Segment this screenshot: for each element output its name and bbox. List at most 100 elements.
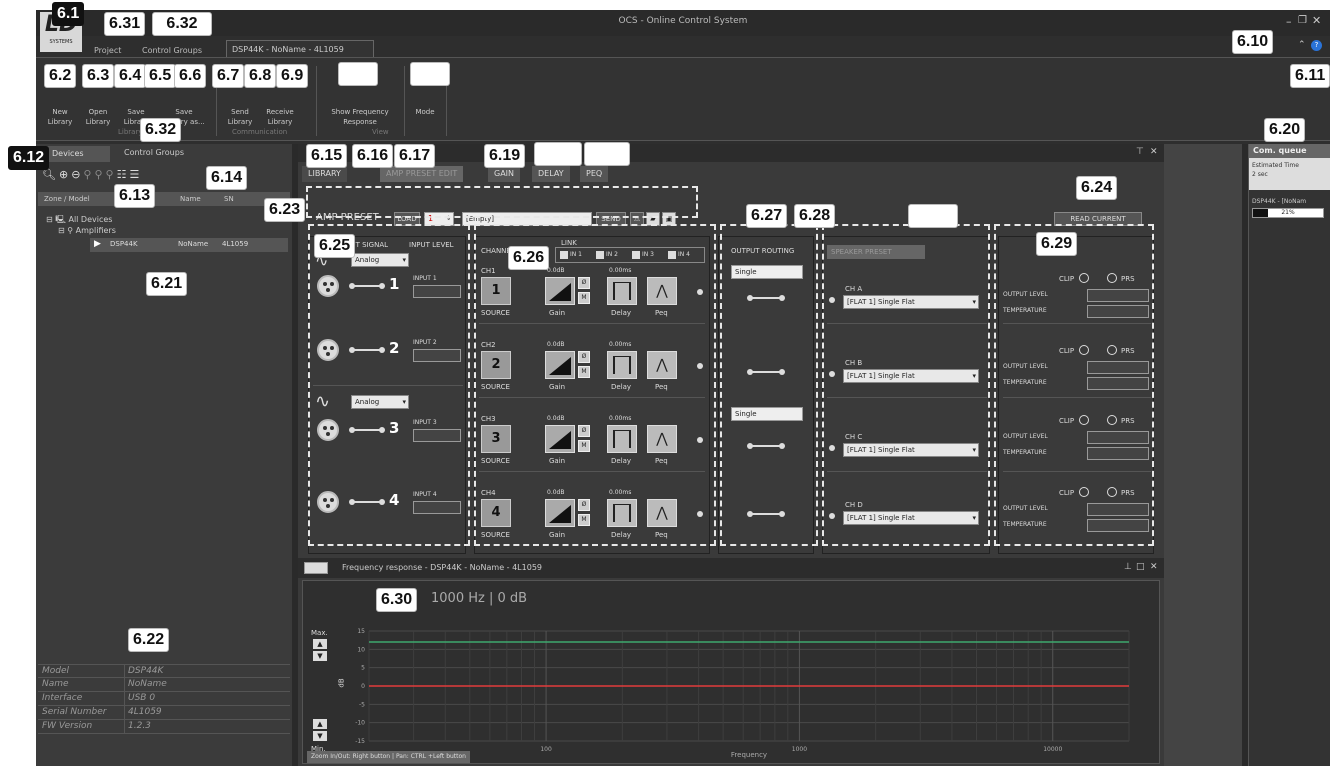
peq-button[interactable]: ⋀ — [647, 425, 677, 453]
gain-button[interactable] — [545, 277, 575, 305]
tab-gain[interactable]: GAIN — [488, 166, 521, 182]
source-label: SOURCE — [481, 383, 510, 391]
min-up-icon[interactable]: ▲ — [313, 719, 327, 729]
send-library-button[interactable]: Send Library — [222, 107, 258, 127]
peq-button[interactable]: ⋀ — [647, 351, 677, 379]
input-type-select-3-4[interactable]: Analog ▾ — [351, 395, 409, 409]
speaker-preset-header[interactable]: SPEAKER PRESET — [827, 245, 925, 259]
filter-icon[interactable]: ⚲ — [83, 168, 94, 181]
pin-icon[interactable]: ⊥ — [1124, 562, 1132, 572]
link-checkbox-in4[interactable] — [668, 251, 676, 259]
speaker-preset-select-a[interactable]: [FLAT 1] Single Flat ▾ — [843, 295, 979, 309]
zoom-out-icon[interactable]: ⊖ — [71, 168, 83, 181]
save-icon[interactable]: ▣ — [662, 212, 676, 226]
panel-close-icon[interactable]: ✕ — [1150, 147, 1158, 157]
gain-button[interactable] — [545, 499, 575, 527]
mute-button[interactable]: M — [578, 440, 590, 452]
read-current-button[interactable]: READ CURRENT — [1054, 212, 1142, 226]
source-label: SOURCE — [481, 531, 510, 539]
tree-device-row[interactable]: ▶ DSP44K NoName 4L1059 — [90, 238, 288, 252]
speaker-preset-select-d[interactable]: [FLAT 1] Single Flat ▾ — [843, 511, 979, 525]
mute-button[interactable]: M — [578, 292, 590, 304]
minimize-icon[interactable]: – — [1286, 15, 1292, 28]
maximize-icon[interactable]: □ — [1136, 562, 1145, 572]
gain-button[interactable] — [545, 351, 575, 379]
routing-mode-select-1[interactable]: Single — [731, 265, 803, 279]
tree-collapse-icon[interactable]: ⊟ — [58, 226, 65, 235]
phase-button[interactable]: Ø — [578, 277, 590, 289]
link-checkbox-in2[interactable] — [596, 251, 604, 259]
tab-document[interactable]: DSP44K - NoName - 4L1059 — [226, 40, 374, 58]
tree-amplifiers[interactable]: ⊟ ⚲ Amplifiers — [58, 226, 116, 235]
link-checkbox-in3[interactable] — [632, 251, 640, 259]
peq-button[interactable]: ⋀ — [647, 499, 677, 527]
folder-icon[interactable]: ▰ — [646, 212, 660, 226]
clip-indicator — [1079, 345, 1089, 355]
channel-source-button[interactable]: 3 — [481, 425, 511, 453]
mode-button[interactable]: Mode — [408, 107, 442, 117]
tree-collapse-icon[interactable]: ⊟ — [46, 215, 53, 224]
col-name[interactable]: Name — [180, 195, 201, 203]
phase-button[interactable]: Ø — [578, 499, 590, 511]
tab-control-groups[interactable]: Control Groups — [124, 148, 184, 157]
output-level-meter — [1087, 431, 1149, 444]
prop-label: Name — [42, 679, 69, 689]
delay-button[interactable] — [607, 499, 637, 527]
col-zone-model[interactable]: Zone / Model — [44, 195, 90, 203]
tab-library[interactable]: LIBRARY — [302, 166, 347, 182]
restore-icon[interactable]: ❐ — [1298, 15, 1307, 26]
show-frequency-response-button[interactable]: Show Frequency Response — [322, 107, 398, 127]
channel-source-button[interactable]: 1 — [481, 277, 511, 305]
help-icon[interactable]: ? — [1311, 40, 1322, 51]
zoom-in-icon[interactable]: ⊕ — [59, 168, 71, 181]
mute-button[interactable]: M — [578, 366, 590, 378]
y-tick-label: -10 — [355, 720, 365, 727]
expand-tree-icon[interactable]: ☷ — [117, 168, 130, 181]
tab-peq[interactable]: PEQ — [580, 166, 609, 182]
collapse-tree-icon[interactable]: ☰ — [129, 168, 142, 181]
close-icon[interactable]: ✕ — [1312, 14, 1321, 27]
mute-button[interactable]: M — [578, 514, 590, 526]
delay-button[interactable] — [607, 351, 637, 379]
routing-mode-select-2[interactable]: Single — [731, 407, 803, 421]
prop-label: Serial Number — [42, 707, 107, 717]
link-checkbox-in1[interactable] — [560, 251, 568, 259]
collapse-ribbon-icon[interactable]: ⌃ — [1298, 40, 1306, 50]
new-library-button[interactable]: New Library — [42, 107, 78, 127]
receive-library-button[interactable]: Receive Library — [260, 107, 300, 127]
pin-icon[interactable]: ⊤ — [1136, 147, 1144, 157]
filter-clear-icon[interactable]: ⚲ — [106, 168, 117, 181]
col-sn[interactable]: SN — [224, 195, 234, 203]
input-type-select-1-2[interactable]: Analog ▾ — [351, 253, 409, 267]
max-up-icon[interactable]: ▲ — [313, 639, 327, 649]
warning-icon[interactable]: ⚠ — [630, 212, 644, 226]
preset-name-field[interactable]: [Empty] — [462, 212, 592, 226]
com-queue-panel: Com. queue Estimated Time 2 sec DSP44K -… — [1248, 144, 1330, 766]
filter-alt-icon[interactable]: ⚲ — [94, 168, 105, 181]
channel-source-button[interactable]: 4 — [481, 499, 511, 527]
stepper-arrows-icon[interactable]: ⇕ — [446, 213, 451, 225]
open-library-button[interactable]: Open Library — [80, 107, 116, 127]
y-tick-labels: 15 10 5 0 -5 -10 -15 — [355, 628, 365, 745]
delay-button[interactable] — [607, 277, 637, 305]
delay-button[interactable] — [607, 425, 637, 453]
min-down-icon[interactable]: ▼ — [313, 731, 327, 741]
preset-number-stepper[interactable]: 1 ⇕ — [424, 212, 454, 226]
channel-source-button[interactable]: 2 — [481, 351, 511, 379]
load-button[interactable]: LOAD — [394, 212, 420, 226]
speaker-preset-select-c[interactable]: [FLAT 1] Single Flat ▾ — [843, 443, 979, 457]
send-button[interactable]: SEND — [596, 212, 626, 226]
phase-button[interactable]: Ø — [578, 425, 590, 437]
phase-button[interactable]: Ø — [578, 351, 590, 363]
peq-curve-icon: ⋀ — [656, 357, 668, 373]
tab-delay[interactable]: DELAY — [532, 166, 570, 182]
menu-control-groups[interactable]: Control Groups — [142, 46, 202, 55]
peq-button[interactable]: ⋀ — [647, 277, 677, 305]
menu-project[interactable]: Project — [94, 46, 121, 55]
speaker-preset-select-b[interactable]: [FLAT 1] Single Flat ▾ — [843, 369, 979, 383]
gain-button[interactable] — [545, 425, 575, 453]
max-down-icon[interactable]: ▼ — [313, 651, 327, 661]
callout-blank-delay — [534, 142, 582, 166]
panel-close-icon[interactable]: ✕ — [1150, 562, 1158, 572]
tab-amp-preset-edit[interactable]: AMP PRESET EDIT — [380, 166, 464, 182]
